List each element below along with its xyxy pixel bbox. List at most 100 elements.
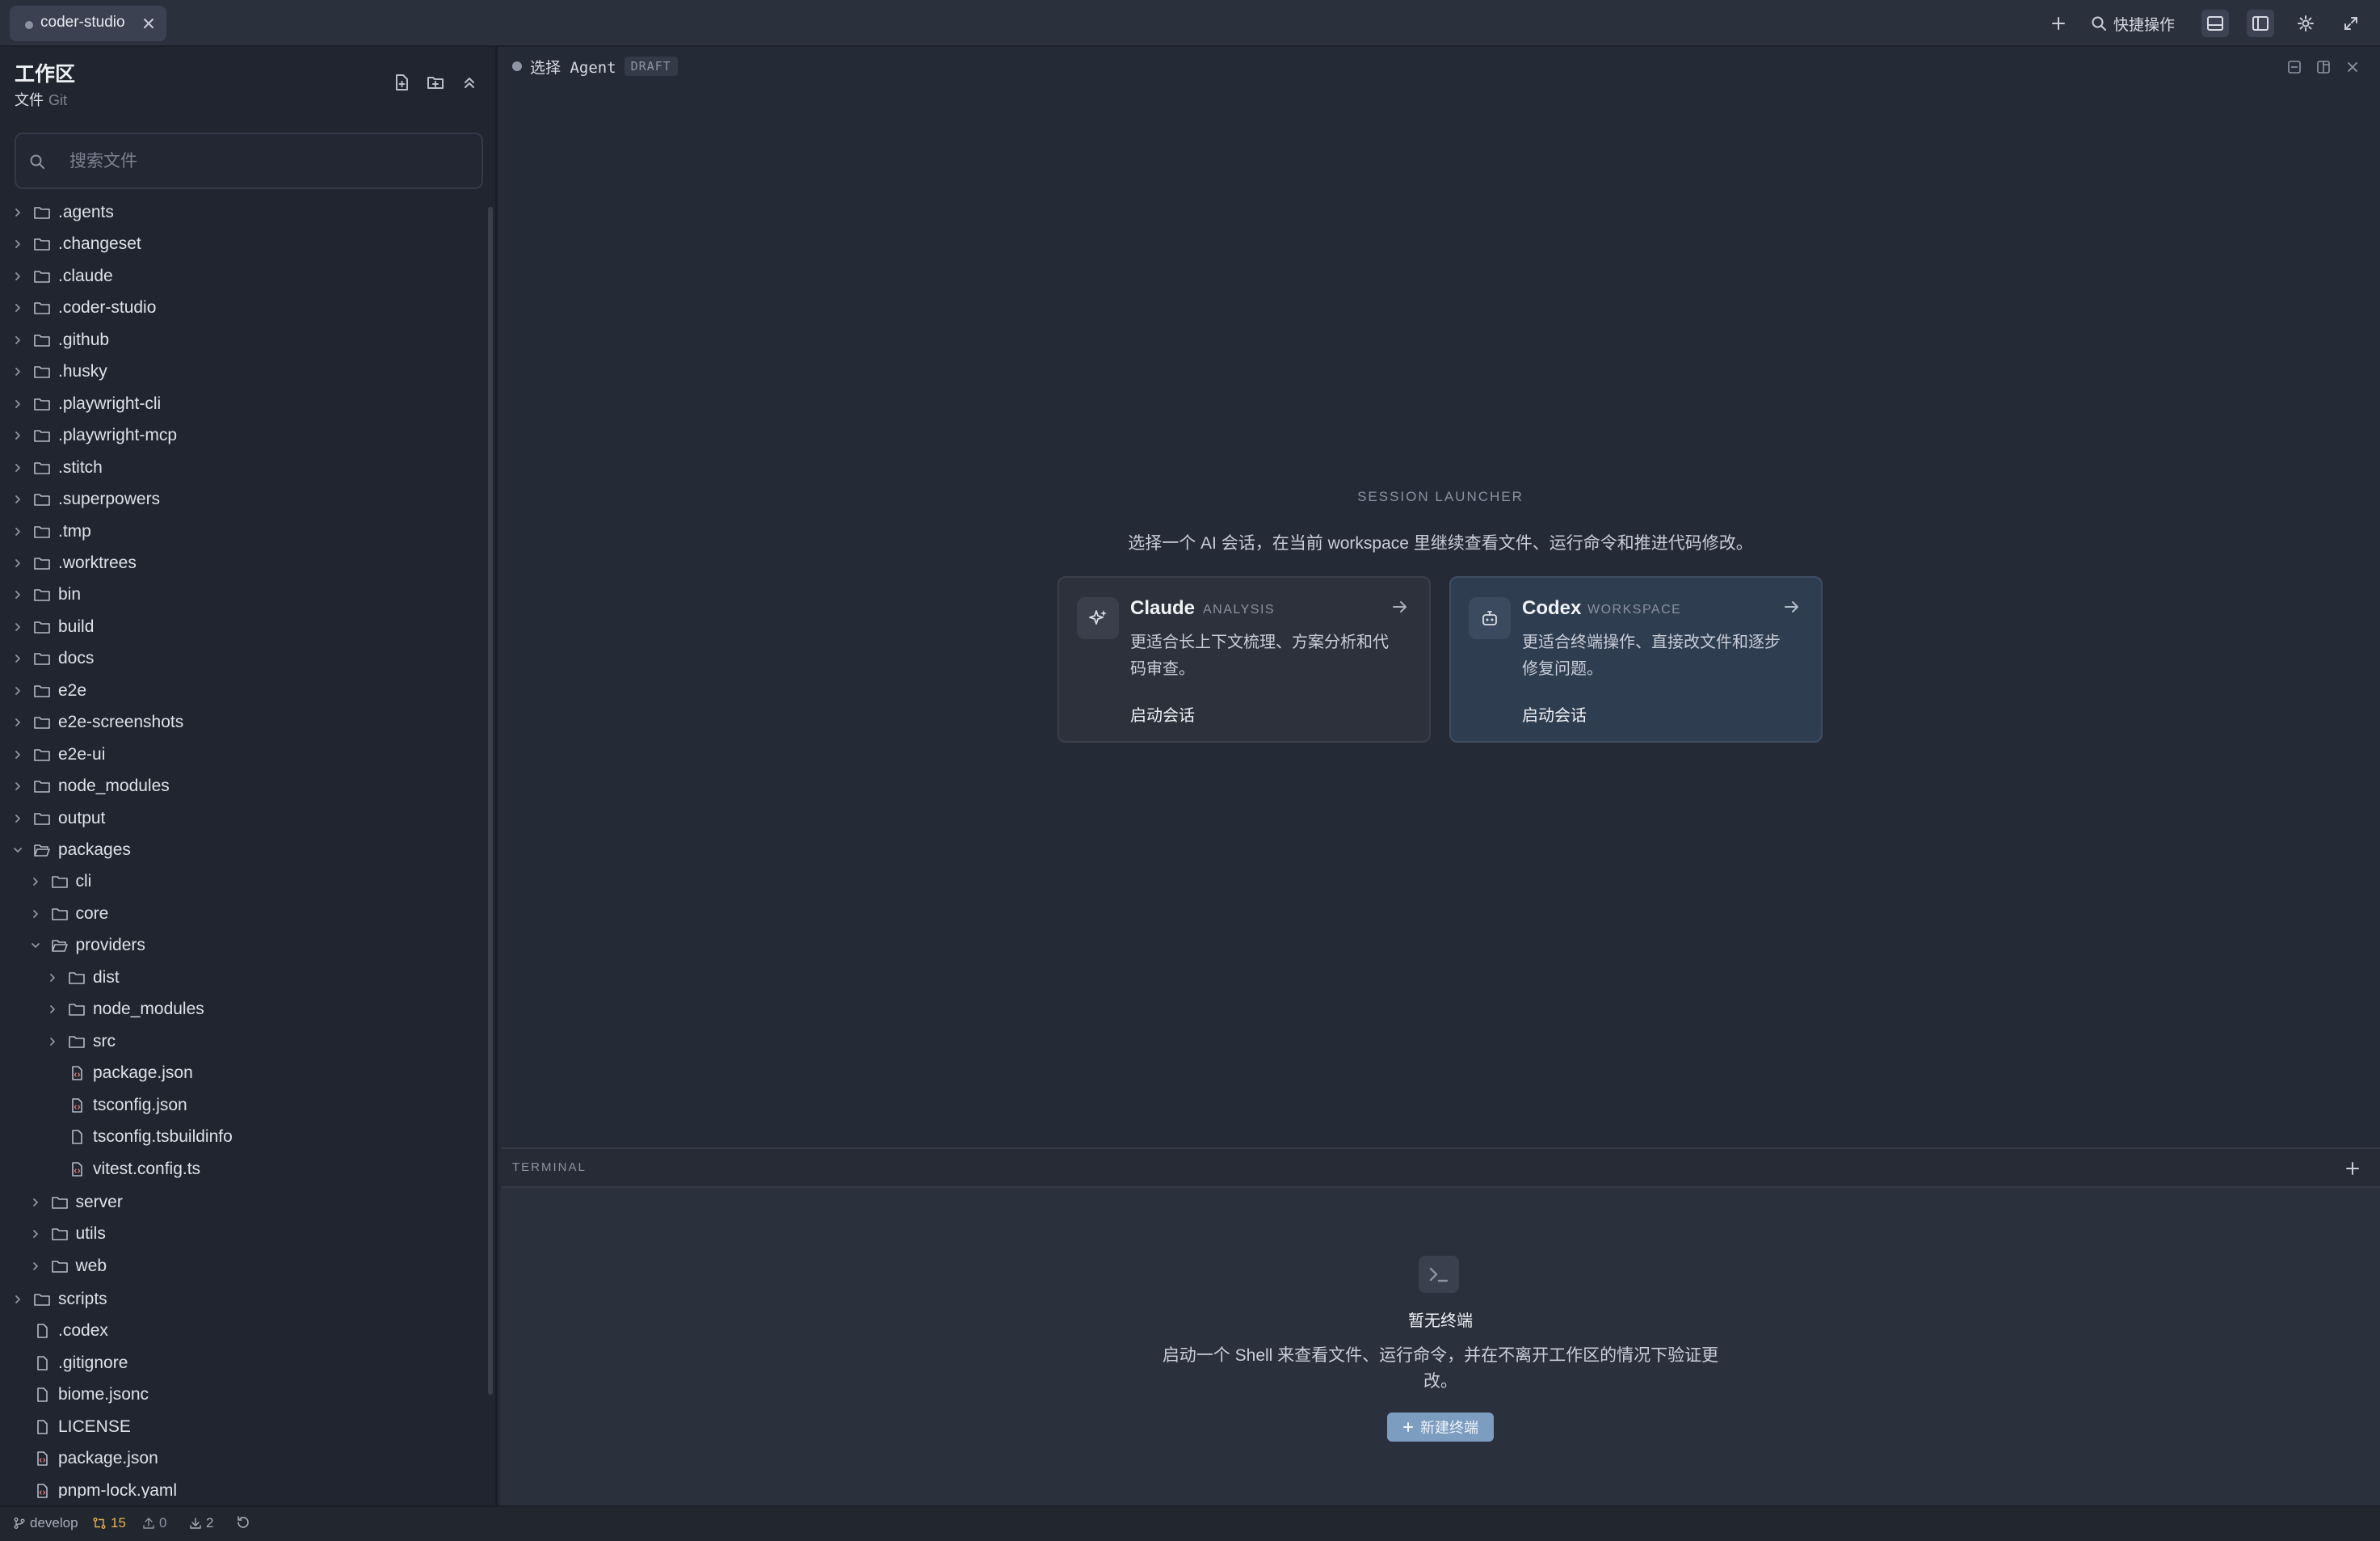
tree-folder-cli[interactable]: cli bbox=[0, 866, 485, 897]
tree-folder-e2e-screenshots[interactable]: e2e-screenshots bbox=[0, 707, 485, 738]
codex-start-button[interactable]: 启动会话 bbox=[1522, 702, 1587, 726]
ahead-indicator[interactable]: 0 bbox=[142, 1515, 166, 1531]
collapse-all-button[interactable] bbox=[458, 71, 481, 94]
chevron-right-icon[interactable] bbox=[10, 491, 26, 507]
new-terminal-button[interactable]: 新建终端 bbox=[1387, 1413, 1494, 1442]
chevron-down-icon[interactable] bbox=[27, 937, 44, 954]
chevron-right-icon[interactable] bbox=[10, 364, 26, 380]
tree-folder-bin[interactable]: bin bbox=[0, 579, 485, 610]
tree-folder-node-modules[interactable]: node_modules bbox=[0, 771, 485, 802]
tree-folder-build[interactable]: build bbox=[0, 612, 485, 642]
tree-folder-src[interactable]: src bbox=[0, 1026, 485, 1057]
tree-folder-dot-agents[interactable]: .agents bbox=[0, 197, 485, 228]
behind-indicator[interactable]: 2 bbox=[189, 1515, 213, 1531]
chevron-right-icon[interactable] bbox=[10, 427, 26, 444]
tree-folder-docs[interactable]: docs bbox=[0, 643, 485, 674]
agent-selector[interactable]: 选择 Agent DRAFT bbox=[512, 55, 678, 78]
search-input[interactable] bbox=[68, 147, 467, 176]
tree-folder-dot-worktrees[interactable]: .worktrees bbox=[0, 548, 485, 579]
new-folder-button[interactable] bbox=[424, 71, 447, 94]
tree-folder-dot-playwright-mcp[interactable]: .playwright-mcp bbox=[0, 420, 485, 451]
chevron-right-icon[interactable] bbox=[10, 460, 26, 476]
tree-file-tsconfig-tsbuildinfo[interactable]: tsconfig.tsbuildinfo bbox=[0, 1122, 485, 1152]
close-panel-button[interactable] bbox=[2344, 58, 2361, 76]
tab-coder-studio[interactable]: coder-studio bbox=[10, 6, 166, 41]
branch-indicator[interactable]: develop bbox=[13, 1515, 78, 1531]
tree-folder-node-modules[interactable]: node_modules bbox=[0, 994, 485, 1025]
chevron-down-icon[interactable] bbox=[10, 842, 26, 858]
tree-folder-dot-github[interactable]: .github bbox=[0, 325, 485, 356]
toggle-bottom-panel-button[interactable] bbox=[2201, 10, 2229, 37]
tree-file-vitest-config-ts[interactable]: vitest.config.ts bbox=[0, 1154, 485, 1185]
tree-folder-dot-husky[interactable]: .husky bbox=[0, 356, 485, 387]
tree-folder-core[interactable]: core bbox=[0, 899, 485, 929]
chevron-right-icon[interactable] bbox=[10, 747, 26, 763]
minimize-panel-button[interactable] bbox=[2285, 58, 2303, 76]
chevron-right-icon[interactable] bbox=[10, 778, 26, 794]
chevron-right-icon[interactable] bbox=[27, 906, 44, 922]
chevron-right-icon[interactable] bbox=[10, 810, 26, 827]
tree-folder-dot-stitch[interactable]: .stitch bbox=[0, 453, 485, 483]
chevron-right-icon[interactable] bbox=[10, 619, 26, 635]
chevron-right-icon[interactable] bbox=[27, 1226, 44, 1242]
tree-folder-dot-coder-studio[interactable]: .coder-studio bbox=[0, 293, 485, 323]
new-tab-button[interactable] bbox=[2045, 10, 2072, 37]
chevron-right-icon[interactable] bbox=[10, 236, 26, 252]
chevron-right-icon[interactable] bbox=[10, 587, 26, 603]
chevron-right-icon[interactable] bbox=[44, 1034, 61, 1050]
add-terminal-button[interactable] bbox=[2343, 1159, 2362, 1178]
tree-file-license[interactable]: LICENSE bbox=[0, 1412, 485, 1442]
tree-file-pnpm-lock-yaml[interactable]: pnpm-lock.yaml bbox=[0, 1476, 485, 1498]
chevron-right-icon[interactable] bbox=[10, 714, 26, 731]
tree-folder-dot-playwright-cli[interactable]: .playwright-cli bbox=[0, 389, 485, 419]
fullscreen-button[interactable] bbox=[2337, 10, 2365, 37]
claude-session-card[interactable]: Claude ANALYSIS 更适合长上下文梳理、方案分析和代码审查。 启动会… bbox=[1058, 576, 1431, 743]
changes-indicator[interactable]: 15 bbox=[92, 1515, 126, 1531]
chevron-right-icon[interactable] bbox=[10, 332, 26, 348]
chevron-right-icon[interactable] bbox=[27, 874, 44, 890]
refresh-button[interactable] bbox=[236, 1515, 250, 1530]
tree-folder-scripts[interactable]: scripts bbox=[0, 1284, 485, 1315]
tree-folder-output[interactable]: output bbox=[0, 803, 485, 834]
codex-session-card[interactable]: Codex WORKSPACE 更适合终端操作、直接改文件和逐步修复问题。 启动… bbox=[1449, 576, 1823, 743]
tree-folder-e2e-ui[interactable]: e2e-ui bbox=[0, 739, 485, 770]
chevron-right-icon[interactable] bbox=[10, 524, 26, 540]
tree-folder-dot-tmp[interactable]: .tmp bbox=[0, 516, 485, 547]
file-search[interactable] bbox=[15, 133, 483, 189]
tree-file-tsconfig-json[interactable]: tsconfig.json bbox=[0, 1090, 485, 1121]
tree-folder-server[interactable]: server bbox=[0, 1187, 485, 1218]
chevron-right-icon[interactable] bbox=[10, 300, 26, 316]
git-tab[interactable]: Git bbox=[48, 92, 67, 108]
tree-folder-packages[interactable]: packages bbox=[0, 835, 485, 865]
claude-start-button[interactable]: 启动会话 bbox=[1130, 702, 1195, 726]
toggle-sidebar-button[interactable] bbox=[2247, 10, 2274, 37]
tree-folder-utils[interactable]: utils bbox=[0, 1219, 485, 1249]
quick-actions-button[interactable]: 快捷操作 bbox=[2091, 10, 2175, 37]
chevron-right-icon[interactable] bbox=[10, 555, 26, 571]
tree-folder-providers[interactable]: providers bbox=[0, 930, 485, 961]
chevron-right-icon[interactable] bbox=[10, 268, 26, 284]
chevron-right-icon[interactable] bbox=[10, 396, 26, 412]
files-tab[interactable]: 文件 bbox=[15, 92, 44, 108]
tree-file-biome-jsonc[interactable]: biome.jsonc bbox=[0, 1379, 485, 1410]
tree-file-package-json[interactable]: package.json bbox=[0, 1443, 485, 1474]
tree-file-dot-gitignore[interactable]: .gitignore bbox=[0, 1348, 485, 1379]
tree-folder-dot-changeset[interactable]: .changeset bbox=[0, 229, 485, 259]
chevron-right-icon[interactable] bbox=[27, 1194, 44, 1210]
sidebar-scrollbar-thumb[interactable] bbox=[488, 207, 493, 1395]
close-icon[interactable] bbox=[141, 15, 157, 32]
chevron-right-icon[interactable] bbox=[10, 683, 26, 699]
chevron-right-icon[interactable] bbox=[10, 1291, 26, 1307]
chevron-right-icon[interactable] bbox=[44, 1001, 61, 1017]
tree-folder-dot-superpowers[interactable]: .superpowers bbox=[0, 484, 485, 515]
tree-file-package-json[interactable]: package.json bbox=[0, 1058, 485, 1088]
split-panel-button[interactable] bbox=[2315, 58, 2332, 76]
tree-folder-web[interactable]: web bbox=[0, 1251, 485, 1282]
tree-folder-e2e[interactable]: e2e bbox=[0, 676, 485, 706]
chevron-right-icon[interactable] bbox=[27, 1258, 44, 1274]
chevron-right-icon[interactable] bbox=[10, 651, 26, 667]
tree-folder-dist[interactable]: dist bbox=[0, 962, 485, 993]
settings-button[interactable] bbox=[2292, 10, 2319, 37]
tree-folder-dot-claude[interactable]: .claude bbox=[0, 261, 485, 292]
chevron-right-icon[interactable] bbox=[44, 970, 61, 986]
